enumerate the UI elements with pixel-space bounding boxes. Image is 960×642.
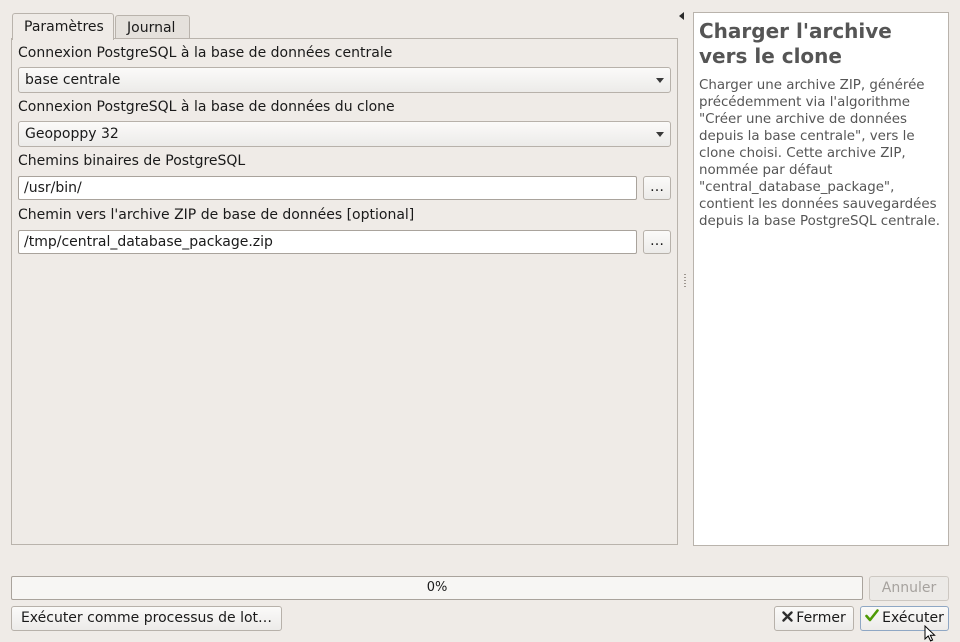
clone-connection-label: Connexion PostgreSQL à la base de donnée…: [18, 99, 395, 115]
batch-process-label: Exécuter comme processus de lot…: [20, 610, 273, 626]
help-description: Charger une archive ZIP, générée précéde…: [699, 78, 941, 229]
dropdown-arrow-icon: [656, 78, 664, 83]
clone-connection-value: Geopoppy 32: [25, 126, 119, 142]
cancel-button-label: Annuler: [881, 580, 937, 596]
clone-connection-select[interactable]: Geopoppy 32: [18, 121, 671, 147]
central-connection-label: Connexion PostgreSQL à la base de donnée…: [18, 45, 393, 61]
checkmark-icon: [865, 607, 879, 629]
algorithm-dialog: Paramètres Journal Connexion PostgreSQL …: [0, 0, 960, 642]
run-button-label: Exécuter: [882, 610, 944, 626]
cancel-button[interactable]: Annuler: [869, 576, 949, 601]
binary-path-browse-button[interactable]: …: [643, 176, 671, 200]
zip-path-input[interactable]: /tmp/central_database_package.zip: [18, 230, 637, 254]
close-x-icon: [782, 607, 793, 629]
batch-process-button[interactable]: Exécuter comme processus de lot…: [11, 606, 282, 631]
binary-path-input[interactable]: /usr/bin/: [18, 176, 637, 200]
tab-parameters[interactable]: Paramètres: [12, 13, 114, 40]
mouse-pointer-icon: [924, 624, 937, 642]
progress-text: 0%: [426, 580, 448, 595]
central-connection-select[interactable]: base centrale: [18, 67, 671, 93]
zip-path-label: Chemin vers l'archive ZIP de base de don…: [18, 207, 415, 223]
parameters-panel: Connexion PostgreSQL à la base de donnée…: [11, 38, 678, 545]
dropdown-arrow-icon: [656, 132, 664, 137]
splitter-handle[interactable]: [684, 274, 686, 288]
central-connection-value: base centrale: [25, 72, 121, 88]
help-title: Charger l'archive vers le clone: [699, 19, 892, 68]
zip-path-browse-button[interactable]: …: [643, 230, 671, 254]
progress-bar: 0%: [11, 576, 863, 600]
tab-journal[interactable]: Journal: [115, 15, 190, 39]
binary-path-label: Chemins binaires de PostgreSQL: [18, 153, 246, 169]
help-panel: Charger l'archive vers le clone Charger …: [693, 12, 949, 546]
close-button[interactable]: Fermer: [774, 606, 854, 631]
close-button-label: Fermer: [796, 610, 846, 626]
collapse-arrow-icon[interactable]: [679, 12, 684, 20]
